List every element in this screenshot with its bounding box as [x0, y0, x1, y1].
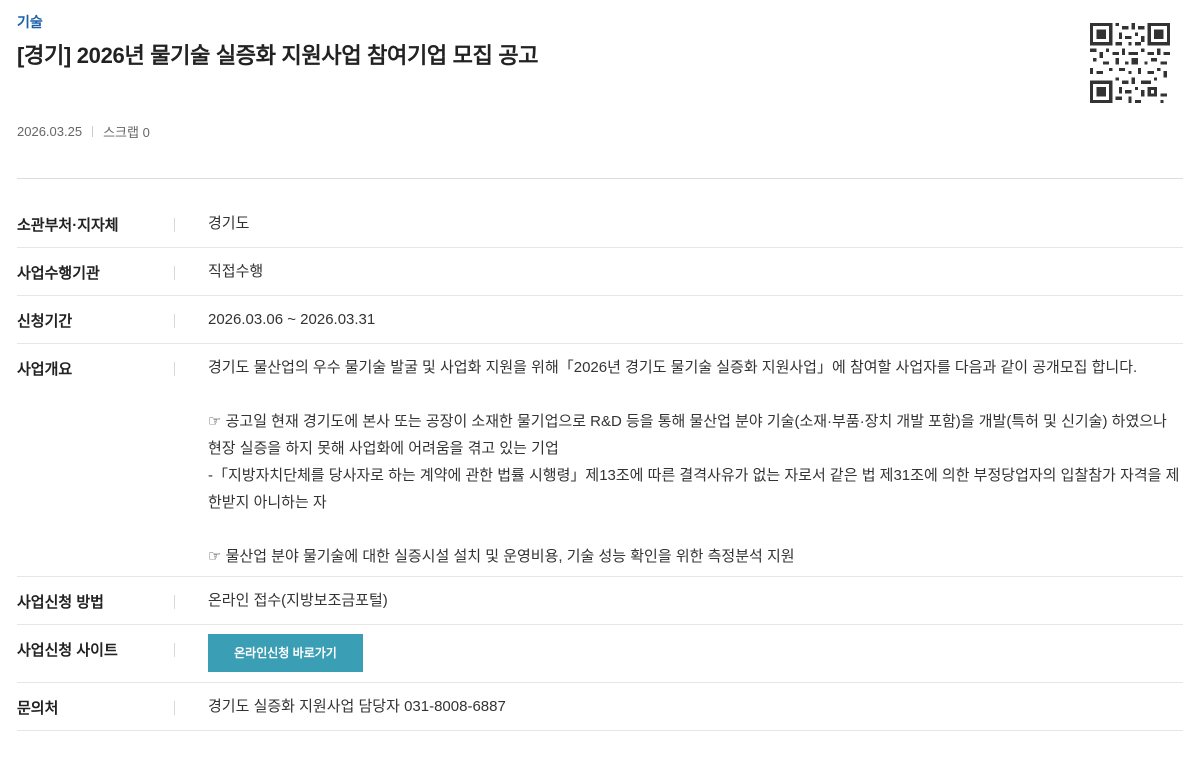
- post-meta: 2026.03.25 스크랩 0: [17, 122, 150, 141]
- contact-label: 문의처: [17, 683, 175, 730]
- agency-label: 소관부처·지자체: [17, 200, 175, 247]
- executor-label: 사업수행기관: [17, 248, 175, 295]
- row-site: 사업신청 사이트 온라인신청 바로가기: [17, 625, 1183, 683]
- detail-table: 소관부처·지자체 경기도 사업수행기관 직접수행 신청기간 2026.03.06…: [17, 200, 1183, 731]
- site-value: 온라인신청 바로가기: [175, 625, 1183, 682]
- scrap-count[interactable]: 스크랩 0: [103, 122, 150, 141]
- overview-paragraph: ☞ 공고일 현재 경기도에 본사 또는 공장이 소재한 물기업으로 R&D 등을…: [208, 413, 1167, 457]
- overview-paragraph: 경기도 물산업의 우수 물기술 발굴 및 사업화 지원을 위해「2026년 경기…: [208, 359, 1138, 376]
- row-method: 사업신청 방법 온라인 접수(지방보조금포털): [17, 577, 1183, 625]
- overview-label: 사업개요: [17, 344, 175, 576]
- row-contact: 문의처 경기도 실증화 지원사업 담당자 031-8008-6887: [17, 683, 1183, 731]
- site-label: 사업신청 사이트: [17, 625, 175, 682]
- page-title: [경기] 2026년 물기술 실증화 지원사업 참여기업 모집 공고: [17, 43, 539, 68]
- meta-divider: [92, 126, 94, 137]
- announcement-page: 기술 [경기] 2026년 물기술 실증화 지원사업 참여기업 모집 공고 20…: [0, 0, 1200, 773]
- row-overview: 사업개요 경기도 물산업의 우수 물기술 발굴 및 사업화 지원을 위해「202…: [17, 344, 1183, 577]
- period-label: 신청기간: [17, 296, 175, 343]
- period-value: 2026.03.06 ~ 2026.03.31: [208, 311, 376, 328]
- qr-code-icon: [1090, 22, 1170, 104]
- online-apply-button[interactable]: 온라인신청 바로가기: [208, 634, 363, 672]
- overview-paragraph: -「지방자치단체를 당사자로 하는 계약에 관한 법률 시행령」제13조에 따른…: [208, 467, 1180, 511]
- executor-value: 직접수행: [208, 263, 264, 280]
- post-date: 2026.03.25: [17, 124, 83, 139]
- header-divider: [17, 178, 1183, 179]
- overview-value: 경기도 물산업의 우수 물기술 발굴 및 사업화 지원을 위해「2026년 경기…: [175, 344, 1183, 576]
- row-agency: 소관부처·지자체 경기도: [17, 200, 1183, 248]
- method-label: 사업신청 방법: [17, 577, 175, 624]
- contact-value: 경기도 실증화 지원사업 담당자 031-8008-6887: [208, 698, 506, 715]
- category-label: 기술: [17, 14, 43, 30]
- agency-value: 경기도: [208, 215, 250, 232]
- row-period: 신청기간 2026.03.06 ~ 2026.03.31: [17, 296, 1183, 344]
- row-executor: 사업수행기관 직접수행: [17, 248, 1183, 296]
- overview-paragraph: ☞ 물산업 분야 물기술에 대한 실증시설 설치 및 운영비용, 기술 성능 확…: [208, 548, 795, 565]
- method-value: 온라인 접수(지방보조금포털): [208, 592, 388, 609]
